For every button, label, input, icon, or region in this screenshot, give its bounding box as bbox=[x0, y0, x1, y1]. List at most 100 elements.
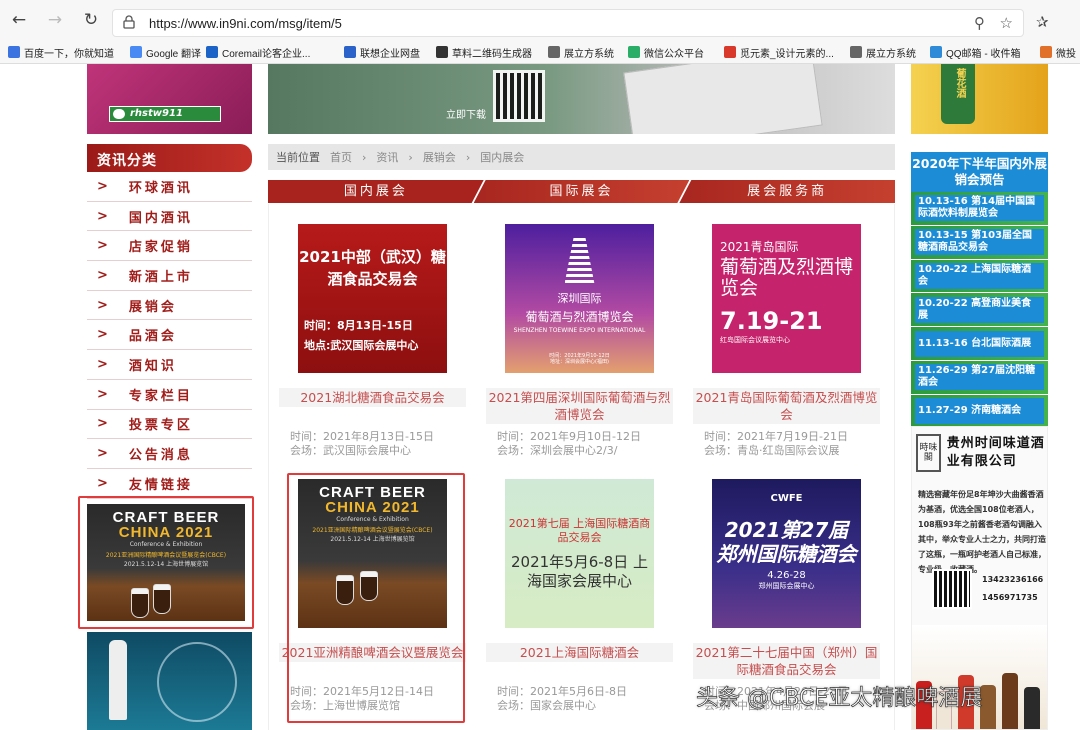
browser-chrome: ← → ↻ https://www.in9ni.com/msg/item/5 ⚲… bbox=[0, 0, 1080, 64]
favorite-star-icon[interactable]: ☆ bbox=[1000, 14, 1013, 32]
bookmark-item[interactable]: 草料二维码生成器 bbox=[436, 42, 532, 62]
card-thumbnail[interactable]: 2021第七届 上海国际糖酒商品交易会 2021年5月6-8日 上海国家会展中心 bbox=[505, 479, 654, 628]
bookmark-label: 展立方系统 bbox=[866, 48, 916, 60]
category-item[interactable]: > 专家栏目 bbox=[87, 380, 252, 410]
card-thumbnail[interactable]: 2021青岛国际 葡萄酒及烈酒博览会 7.19-21 红岛国际会议展览中心 bbox=[712, 224, 861, 373]
liquor-jar-image: 葡花酒 bbox=[941, 64, 975, 124]
breadcrumb-home[interactable]: 首页 bbox=[330, 149, 352, 165]
expo-tabs: 国内展会 国际展会 展会服务商 bbox=[268, 180, 896, 203]
top-banner-ad[interactable]: 立即下载 bbox=[268, 64, 895, 134]
winery-seal-logo: 時味閣 bbox=[916, 434, 941, 472]
card-time: 时间：2021年7月19日-21日 bbox=[704, 430, 848, 443]
expo-preview-label: 10.20-22 上海国际糖酒会 bbox=[915, 262, 1044, 289]
address-bar[interactable]: https://www.in9ni.com/msg/item/5 ⚲ ☆ bbox=[112, 9, 1024, 37]
breadcrumb-domestic[interactable]: 国内展会 bbox=[480, 149, 524, 165]
category-item[interactable]: > 酒知识 bbox=[87, 350, 252, 380]
expo-preview-item[interactable]: 10.13-16 第14届中国国际酒饮料制展览会 bbox=[911, 192, 1048, 226]
expo-preview-item[interactable]: 11.13-16 台北国际酒展 bbox=[911, 327, 1048, 361]
card-title[interactable]: 2021第四届深圳国际葡萄酒与烈酒博览会 bbox=[486, 388, 673, 424]
winery-description: 精选窖藏年份足8年坤沙大曲酱香酒为基酒，优选全国108位老酒人，108瓶93年之… bbox=[918, 490, 1046, 574]
left-banner-ad[interactable]: rhstw911 bbox=[87, 64, 252, 134]
thumb-line1: 2021第27届 郑州国际糖酒会 bbox=[716, 518, 857, 566]
tab-expo-service[interactable]: 展会服务商 bbox=[679, 180, 896, 203]
bookmark-label: 微投 bbox=[1056, 48, 1076, 60]
forward-button[interactable]: → bbox=[44, 10, 66, 30]
expo-card-shanghai[interactable]: 2021第七届 上海国际糖酒商品交易会 2021年5月6-8日 上海国家会展中心… bbox=[476, 459, 683, 714]
breadcrumb-sep: › bbox=[465, 150, 471, 164]
craft-beer-ad-highlighted[interactable]: CRAFT BEER CHINA 2021 Conference & Exhib… bbox=[78, 496, 254, 629]
bookmark-item[interactable]: 微信公众平台 bbox=[628, 42, 704, 62]
bookmark-item[interactable]: QQ邮箱 - 收件箱 bbox=[930, 42, 1020, 62]
lamp-graphic bbox=[564, 238, 595, 284]
breadcrumb-label: 当前位置 bbox=[276, 151, 320, 164]
card-title[interactable]: 2021上海国际糖酒会 bbox=[486, 643, 673, 662]
craft-ad-line2: CHINA 2021 bbox=[118, 524, 214, 541]
bookmark-item[interactable]: Coremail论客企业... bbox=[206, 42, 310, 62]
category-item[interactable]: > 投票专区 bbox=[87, 410, 252, 440]
expo-preview-item[interactable]: 11.27-29 济南糖酒会 bbox=[911, 394, 1048, 429]
category-item[interactable]: > 环球酒讯 bbox=[87, 172, 252, 202]
category-item[interactable]: > 展销会 bbox=[87, 291, 252, 321]
card-title[interactable]: 2021湖北糖酒食品交易会 bbox=[279, 388, 466, 407]
arrow-icon: > bbox=[97, 267, 111, 283]
bookmark-favicon-icon bbox=[130, 46, 142, 58]
phone-2: 1456971735 bbox=[982, 593, 1038, 602]
qr-code-icon bbox=[932, 569, 972, 609]
craft-ad-line5: 2021.5.12-14 上海世博展览馆 bbox=[123, 561, 209, 568]
bookmark-favicon-icon bbox=[344, 46, 356, 58]
cwfe-logo: CWFE bbox=[770, 493, 803, 504]
category-label: 国内酒讯 bbox=[128, 210, 193, 226]
category-item[interactable]: > 友情链接 bbox=[87, 469, 252, 499]
bookmark-item[interactable]: Google 翻译 bbox=[130, 42, 201, 62]
bookmark-item[interactable]: 展立方系统 bbox=[850, 42, 916, 62]
bookmark-favicon-icon bbox=[850, 46, 862, 58]
expo-preview-label: 10.13-15 第103届全国糖酒商品交易会 bbox=[915, 229, 1044, 256]
breadcrumb-expo[interactable]: 展销会 bbox=[423, 149, 456, 165]
expo-preview-item[interactable]: 10.20-22 高登商业美食展 bbox=[911, 293, 1048, 328]
expo-card-qingdao[interactable]: 2021青岛国际 葡萄酒及烈酒博览会 7.19-21 红岛国际会议展览中心 20… bbox=[683, 204, 890, 459]
bookmark-item[interactable]: 联想企业网盘 bbox=[344, 42, 420, 62]
breadcrumb-news[interactable]: 资讯 bbox=[376, 149, 398, 165]
reload-button[interactable]: ↻ bbox=[80, 10, 102, 30]
card-title[interactable]: 2021第二十七届中国（郑州）国际糖酒食品交易会 bbox=[693, 643, 880, 679]
expo-preview-item[interactable]: 10.20-22 上海国际糖酒会 bbox=[911, 259, 1048, 294]
category-item[interactable]: > 新酒上市 bbox=[87, 261, 252, 291]
category-item[interactable]: > 公告消息 bbox=[87, 439, 252, 469]
thumb-venue: 地点:武汉国际会展中心 bbox=[304, 339, 419, 352]
card-thumbnail[interactable]: 深圳国际 葡萄酒与烈酒博览会 SHENZHEN TOEWINE EXPO INT… bbox=[505, 224, 654, 373]
expo-preview-label: 10.13-16 第14届中国国际酒饮料制展览会 bbox=[915, 195, 1044, 222]
breadcrumb-sep: › bbox=[362, 150, 367, 164]
thumb-time: 时间：8月13日-15日 bbox=[304, 319, 413, 332]
newspaper-image bbox=[623, 64, 823, 134]
back-button[interactable]: ← bbox=[8, 10, 30, 30]
expo-card-shenzhen[interactable]: 深圳国际 葡萄酒与烈酒博览会 SHENZHEN TOEWINE EXPO INT… bbox=[476, 204, 683, 459]
category-item[interactable]: > 店家促销 bbox=[87, 231, 252, 262]
tab-international-expo[interactable]: 国际展会 bbox=[474, 180, 690, 203]
expo-preview-label: 11.26-29 第27届沈阳糖酒会 bbox=[915, 364, 1044, 391]
bookmark-item[interactable]: 微投 bbox=[1040, 42, 1076, 62]
expo-card-hubei[interactable]: 2021中部（武汉）糖酒食品交易会 时间：8月13日-15日 地点:武汉国际会展… bbox=[269, 204, 476, 459]
bookmark-item[interactable]: 百度一下，你就知道 bbox=[8, 42, 114, 62]
tab-domestic-expo[interactable]: 国内展会 bbox=[268, 180, 484, 203]
bookmark-item[interactable]: 展立方系统 bbox=[548, 42, 614, 62]
card-thumbnail[interactable]: CWFE 2021第27届 郑州国际糖酒会 4.26-28 郑州国际会展中心 bbox=[712, 479, 861, 628]
location-icon[interactable]: ⚲ bbox=[974, 14, 985, 32]
toutiao-watermark: 头条 @CBCE亚太精酿啤酒展 bbox=[696, 686, 983, 712]
thumb-line1: 2021青岛国际 bbox=[720, 240, 799, 254]
expo-preview-item[interactable]: 10.13-15 第103届全国糖酒商品交易会 bbox=[911, 225, 1048, 260]
expo-card-zhengzhou[interactable]: CWFE 2021第27届 郑州国际糖酒会 4.26-28 郑州国际会展中心 2… bbox=[683, 459, 890, 714]
category-label: 新酒上市 bbox=[128, 269, 193, 285]
expo-preview-label: 11.27-29 济南糖酒会 bbox=[915, 398, 1044, 425]
card-title[interactable]: 2021青岛国际葡萄酒及烈酒博览会 bbox=[693, 388, 880, 424]
bookmark-favicon-icon bbox=[724, 46, 736, 58]
expo-preview-item[interactable]: 11.26-29 第27届沈阳糖酒会 bbox=[911, 360, 1048, 395]
expo-preview-title: 2020年下半年国内外展销会预告 bbox=[911, 152, 1048, 192]
bookmark-label: 觅元素_设计元素的... bbox=[740, 48, 834, 60]
favorites-icon[interactable]: ✰ bbox=[1036, 13, 1049, 31]
category-item[interactable]: > 品酒会 bbox=[87, 320, 252, 351]
bookmark-item[interactable]: 觅元素_设计元素的... bbox=[724, 42, 834, 62]
category-item[interactable]: > 国内酒讯 bbox=[87, 202, 252, 232]
card-thumbnail[interactable]: 2021中部（武汉）糖酒食品交易会 时间：8月13日-15日 地点:武汉国际会展… bbox=[298, 224, 447, 373]
liquor-ad-bottom[interactable] bbox=[87, 632, 252, 730]
right-banner-ad[interactable]: 葡花酒 bbox=[911, 64, 1048, 134]
